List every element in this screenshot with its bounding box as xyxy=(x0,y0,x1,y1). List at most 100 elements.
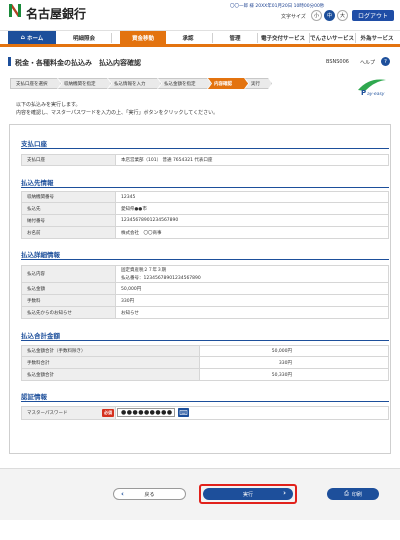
instructions: 以下の払込みを実行します。 内容を確認し、マスターパスワードを入力の上、「実行」… xyxy=(16,102,218,117)
section-divider xyxy=(21,187,389,188)
user-info: 〇〇一郎 様 20XX年01月20日 10時00分00秒 xyxy=(230,3,324,9)
row-label: 払込金額合計 xyxy=(22,369,200,380)
row-label: 払込先からのお知らせ xyxy=(22,307,116,318)
row-value: 50,330円 xyxy=(271,372,292,378)
row-value: 12345678901234567890 xyxy=(121,218,179,223)
row-value: 株式会社 〇〇商事 xyxy=(121,230,162,236)
row-label: マスターパスワード 必須 xyxy=(22,407,116,419)
row-value: 12345 xyxy=(121,194,136,200)
execute-button-label: 実行 xyxy=(242,491,253,498)
step-specify-agency: 収納機関を指定 xyxy=(58,78,111,89)
svg-text:P: P xyxy=(361,89,366,97)
row-value: 50,000円 xyxy=(121,286,142,292)
nav-fund-transfer[interactable]: 資金移動 xyxy=(120,31,166,44)
password-label: マスターパスワード xyxy=(27,411,68,416)
section-title-total: 払込合計金額 xyxy=(21,332,60,340)
back-button[interactable]: ‹ 戻る xyxy=(113,488,186,500)
bank-name: 名古屋銀行 xyxy=(26,7,87,21)
password-row: マスターパスワード 必須 xyxy=(21,406,389,420)
table-row: 払込先からのお知らせ お知らせ xyxy=(21,307,389,319)
print-button-label: 印刷 xyxy=(351,491,362,498)
row-label: 支払口座 xyxy=(22,155,116,165)
printer-icon: ⎙ xyxy=(344,490,349,497)
section-title-auth: 認証情報 xyxy=(21,393,47,401)
help-icon[interactable]: ? xyxy=(381,57,390,66)
progress-steps: 支払口座を選択 収納機関を指定 払込情報を入力 払込金額を指定 内容確認 実行 xyxy=(10,78,272,89)
nav-home-label: ホーム xyxy=(26,35,44,42)
table-row: 払込金額合計（手数料除き） 50,000円 xyxy=(21,345,389,357)
chevron-left-icon: ‹ xyxy=(121,490,124,498)
last-login: 20XX年01月20日 10時00分00秒 xyxy=(255,4,325,9)
svg-text:ay-easy: ay-easy xyxy=(367,92,385,97)
table-row: お名前 株式会社 〇〇商事 xyxy=(21,227,389,239)
table-row: 払込金額 50,000円 xyxy=(21,283,389,295)
nav-densai[interactable]: でんさいサービス xyxy=(309,31,355,44)
nav-e-delivery[interactable]: 電子交付サービス xyxy=(257,31,309,44)
home-icon: ⌂ xyxy=(20,34,25,41)
required-badge: 必須 xyxy=(102,409,114,417)
font-size-small-button[interactable]: 小 xyxy=(311,10,322,21)
title-accent-bar xyxy=(8,57,11,66)
section-divider xyxy=(21,259,389,260)
table-row: 納付番号 12345678901234567890 xyxy=(21,215,389,227)
row-label: お名前 xyxy=(22,227,116,238)
table-row: 手数料 330円 xyxy=(21,295,389,307)
global-nav: ⌂ ホーム 明細照会 資金移動 承認 管理 電子交付サービス でんさいサービス … xyxy=(0,30,400,47)
row-label: 手数料合計 xyxy=(22,357,200,368)
row-value: 固定資産税２７年３期 払込番号：12345678901234567890 xyxy=(116,266,388,282)
table-row: 手数料合計 330円 xyxy=(21,357,389,369)
step-execute: 実行 xyxy=(245,78,272,89)
bank-logo-icon xyxy=(8,3,22,18)
nav-home[interactable]: ⌂ ホーム xyxy=(8,31,56,44)
row-label: 払込内容 xyxy=(22,266,116,282)
row-label: 払込金額合計（手数料除き） xyxy=(22,346,200,356)
instruction-line: 内容を確認し、マスターパスワードを入力の上、「実行」ボタンをクリックしてください… xyxy=(16,109,219,116)
table-row: 収納機関番号 12345 xyxy=(21,191,389,203)
instruction-line: 以下の払込みを実行します。 xyxy=(16,102,81,108)
row-label: 払込先 xyxy=(22,203,116,214)
row-label: 払込金額 xyxy=(22,283,116,294)
nav-approval[interactable]: 承認 xyxy=(166,31,210,44)
font-size-medium-button[interactable]: 中 xyxy=(324,10,335,21)
master-password-input[interactable]: ●●●●●●●●● xyxy=(117,408,175,417)
nav-forex[interactable]: 外為サービス xyxy=(355,31,399,44)
payment-number: 払込番号：12345678901234567890 xyxy=(121,276,201,281)
table-row: 払込金額合計 50,330円 xyxy=(21,369,389,381)
page-title: 税金・各種料金の払込み 払込内容確認 xyxy=(15,59,141,67)
row-label: 収納機関番号 xyxy=(22,192,116,202)
font-size-large-button[interactable]: 大 xyxy=(337,10,348,21)
step-confirm: 内容確認 xyxy=(208,78,248,89)
font-size-label: 文字サイズ xyxy=(281,14,306,20)
section-title-detail: 払込詳細情報 xyxy=(21,251,60,259)
nav-statements[interactable]: 明細照会 xyxy=(58,31,110,44)
payment-content: 固定資産税２７年３期 xyxy=(121,268,166,273)
pay-easy-logo-icon: P ay-easy xyxy=(355,75,389,97)
row-value: 330円 xyxy=(278,360,292,366)
print-button[interactable]: ⎙ 印刷 xyxy=(327,488,379,500)
table-row: 払込先 愛知県●●市 xyxy=(21,203,389,215)
nav-admin[interactable]: 管理 xyxy=(213,31,257,44)
section-divider xyxy=(21,340,389,341)
step-enter-info: 払込情報を入力 xyxy=(108,78,161,89)
step-select-account: 支払口座を選択 xyxy=(10,78,61,89)
software-keyboard-icon[interactable] xyxy=(178,408,189,417)
help-link[interactable]: ヘルプ xyxy=(360,59,375,66)
screen-id: BSNS006 xyxy=(326,59,349,65)
section-divider xyxy=(21,401,389,402)
row-value: 本店営業部（101） 普通 7654321 代表口座 xyxy=(121,158,213,163)
table-row: 払込内容 固定資産税２７年３期 払込番号：1234567890123456789… xyxy=(21,265,389,283)
row-value: 50,000円 xyxy=(271,349,292,354)
chevron-right-icon: › xyxy=(283,489,286,497)
table-row: 支払口座 本店営業部（101） 普通 7654321 代表口座 xyxy=(21,154,389,166)
section-title-account: 支払口座 xyxy=(21,140,47,148)
back-button-label: 戻る xyxy=(144,491,155,498)
row-value: 愛知県●●市 xyxy=(121,206,147,212)
row-label: 納付番号 xyxy=(22,215,116,226)
execute-button[interactable]: 実行 › xyxy=(203,488,293,500)
logout-button[interactable]: ログアウト xyxy=(352,10,394,21)
step-specify-amount: 払込金額を指定 xyxy=(158,78,211,89)
nav-divider xyxy=(111,33,112,43)
row-value: 330円 xyxy=(121,298,135,304)
confirmation-panel: 支払口座 支払口座 本店営業部（101） 普通 7654321 代表口座 払込先… xyxy=(9,124,391,454)
section-divider xyxy=(21,148,389,149)
